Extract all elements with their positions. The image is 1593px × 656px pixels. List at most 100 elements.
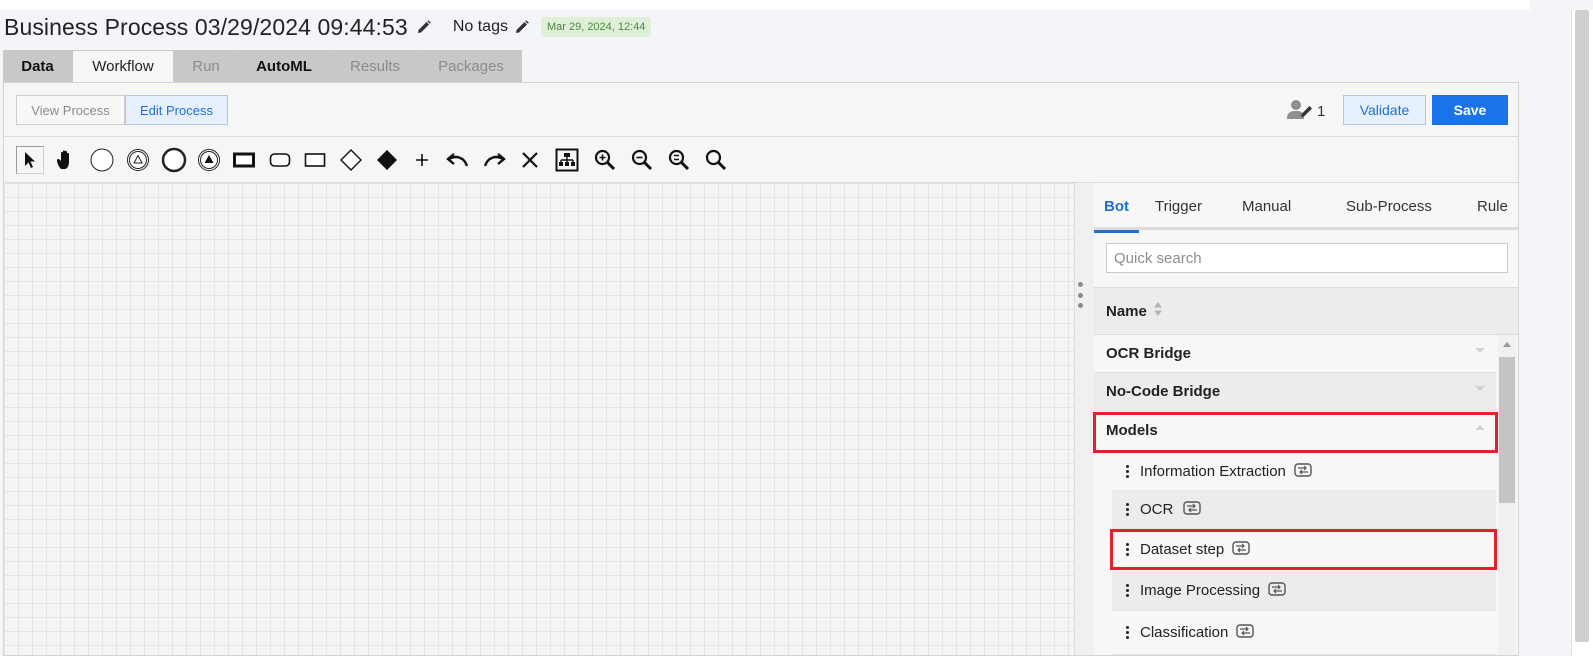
palette-tab-manual[interactable]: Manual xyxy=(1242,183,1291,230)
resize-handle-icon[interactable] xyxy=(1077,282,1083,308)
zoom-out-icon xyxy=(631,149,653,171)
gateway-tool[interactable] xyxy=(337,146,365,174)
drag-handle-icon[interactable] xyxy=(1126,465,1130,478)
redo-icon xyxy=(483,153,506,167)
page-title: Business Process 03/29/2024 09:44:53 xyxy=(4,13,408,40)
zoom-reset-icon xyxy=(668,149,690,171)
hand-icon xyxy=(57,150,69,169)
group-label: Models xyxy=(1106,422,1158,439)
undo-tool[interactable] xyxy=(444,146,472,174)
group-label: OCR Bridge xyxy=(1106,345,1192,362)
add-tool[interactable] xyxy=(408,146,436,174)
palette-item-dataset-step[interactable]: Dataset step xyxy=(1112,531,1496,569)
task-tool[interactable] xyxy=(230,146,258,174)
palette-item-information-extraction[interactable]: Information Extraction xyxy=(1112,453,1496,491)
edit-tags-pencil-icon[interactable] xyxy=(515,20,529,34)
palette-tab-trigger[interactable]: Trigger xyxy=(1155,183,1202,230)
undo-icon xyxy=(446,153,469,167)
step-icon xyxy=(1183,500,1202,519)
palette-tabs: Bot Trigger Manual Sub-Process Rule xyxy=(1094,183,1518,233)
palette-panel: Bot Trigger Manual Sub-Process Rule Name… xyxy=(1094,183,1518,655)
tab-run: Run xyxy=(174,50,238,82)
editors-count: 1 xyxy=(1317,102,1326,120)
start-event-tool[interactable] xyxy=(88,146,116,174)
item-label: OCR xyxy=(1140,501,1174,518)
zoom-in-icon xyxy=(594,149,616,171)
signal-event-tool[interactable] xyxy=(195,146,223,174)
intermediate-event-icon xyxy=(127,149,149,171)
zoom-in-tool[interactable] xyxy=(591,146,619,174)
save-button[interactable]: Save xyxy=(1432,95,1508,125)
rectangle-icon xyxy=(304,153,326,167)
drag-handle-icon[interactable] xyxy=(1126,543,1130,556)
end-event-icon xyxy=(161,147,187,173)
exclusive-gateway-tool[interactable] xyxy=(373,146,401,174)
tab-workflow[interactable]: Workflow xyxy=(72,50,174,82)
hierarchy-icon xyxy=(555,148,579,172)
diamond-icon xyxy=(340,149,362,171)
rectangle-tool[interactable] xyxy=(301,146,329,174)
palette-item-image-processing[interactable]: Image Processing xyxy=(1112,571,1496,611)
title-row: Business Process 03/29/2024 09:44:53 No … xyxy=(4,12,652,42)
end-event-tool[interactable] xyxy=(160,146,188,174)
palette-tab-subprocess[interactable]: Sub-Process xyxy=(1346,183,1432,230)
group-ocr-bridge[interactable]: OCR Bridge xyxy=(1094,335,1496,373)
close-icon xyxy=(522,152,538,168)
quick-search-input[interactable] xyxy=(1106,243,1508,273)
palette-tab-rule[interactable]: Rule xyxy=(1477,183,1508,230)
palette-list: OCR Bridge No-Code Bridge Models Informa… xyxy=(1094,335,1496,655)
redo-tool[interactable] xyxy=(480,146,508,174)
page-scrollbar-thumb[interactable] xyxy=(1575,10,1589,642)
zoom-fit-tool[interactable] xyxy=(702,146,730,174)
tab-results: Results xyxy=(330,50,420,82)
sort-icon[interactable] xyxy=(1153,301,1163,321)
palette-scrollbar-thumb[interactable] xyxy=(1499,357,1515,503)
name-column-label: Name xyxy=(1106,302,1147,320)
tab-packages: Packages xyxy=(420,50,522,82)
auto-layout-tool[interactable] xyxy=(553,146,581,174)
diagram-canvas[interactable] xyxy=(4,183,1074,655)
view-process-button[interactable]: View Process xyxy=(16,95,125,125)
step-icon xyxy=(1236,623,1255,642)
chevron-down-icon xyxy=(1475,348,1485,353)
edit-process-button[interactable]: Edit Process xyxy=(125,95,228,125)
item-label: Classification xyxy=(1140,624,1229,641)
hand-tool[interactable] xyxy=(52,146,80,174)
start-event-icon xyxy=(90,148,114,172)
zoom-out-tool[interactable] xyxy=(628,146,656,174)
tab-automl[interactable]: AutoML xyxy=(238,50,330,82)
signal-event-icon xyxy=(198,149,220,171)
drag-handle-icon[interactable] xyxy=(1126,584,1130,597)
step-icon xyxy=(1232,540,1250,559)
group-no-code-bridge[interactable]: No-Code Bridge xyxy=(1094,373,1496,411)
drag-handle-icon[interactable] xyxy=(1126,626,1130,639)
task-icon xyxy=(233,152,255,168)
pointer-tool[interactable] xyxy=(16,146,44,174)
item-label: Image Processing xyxy=(1140,582,1261,599)
zoom-reset-tool[interactable] xyxy=(665,146,693,174)
edit-title-pencil-icon[interactable] xyxy=(417,20,431,34)
editors-indicator: 1 xyxy=(1287,99,1325,123)
palette-item-ocr[interactable]: OCR xyxy=(1112,491,1496,529)
subprocess-tool[interactable] xyxy=(266,146,294,174)
rounded-task-icon xyxy=(269,153,291,167)
group-models[interactable]: Models xyxy=(1094,411,1496,451)
diagram-toolbar xyxy=(4,137,1518,183)
palette-scrollbar[interactable] xyxy=(1498,335,1516,655)
palette-tab-bot[interactable]: Bot xyxy=(1094,183,1139,233)
tags-label: No tags xyxy=(452,18,508,35)
tab-data[interactable]: Data xyxy=(3,50,72,82)
validate-button[interactable]: Validate xyxy=(1343,95,1426,125)
filled-diamond-icon xyxy=(377,150,397,170)
drag-handle-icon[interactable] xyxy=(1126,503,1130,516)
scroll-up-icon[interactable] xyxy=(1502,341,1512,348)
delete-tool[interactable] xyxy=(516,146,544,174)
message-event-tool[interactable] xyxy=(124,146,152,174)
date-badge: Mar 29, 2024, 12:44 xyxy=(540,17,652,37)
name-column-header[interactable]: Name xyxy=(1094,287,1518,335)
top-strip xyxy=(0,0,1593,10)
magnifier-icon xyxy=(705,149,727,171)
palette-item-classification[interactable]: Classification xyxy=(1112,611,1496,655)
pointer-icon xyxy=(25,152,35,168)
panel-resizer[interactable] xyxy=(1074,183,1094,655)
